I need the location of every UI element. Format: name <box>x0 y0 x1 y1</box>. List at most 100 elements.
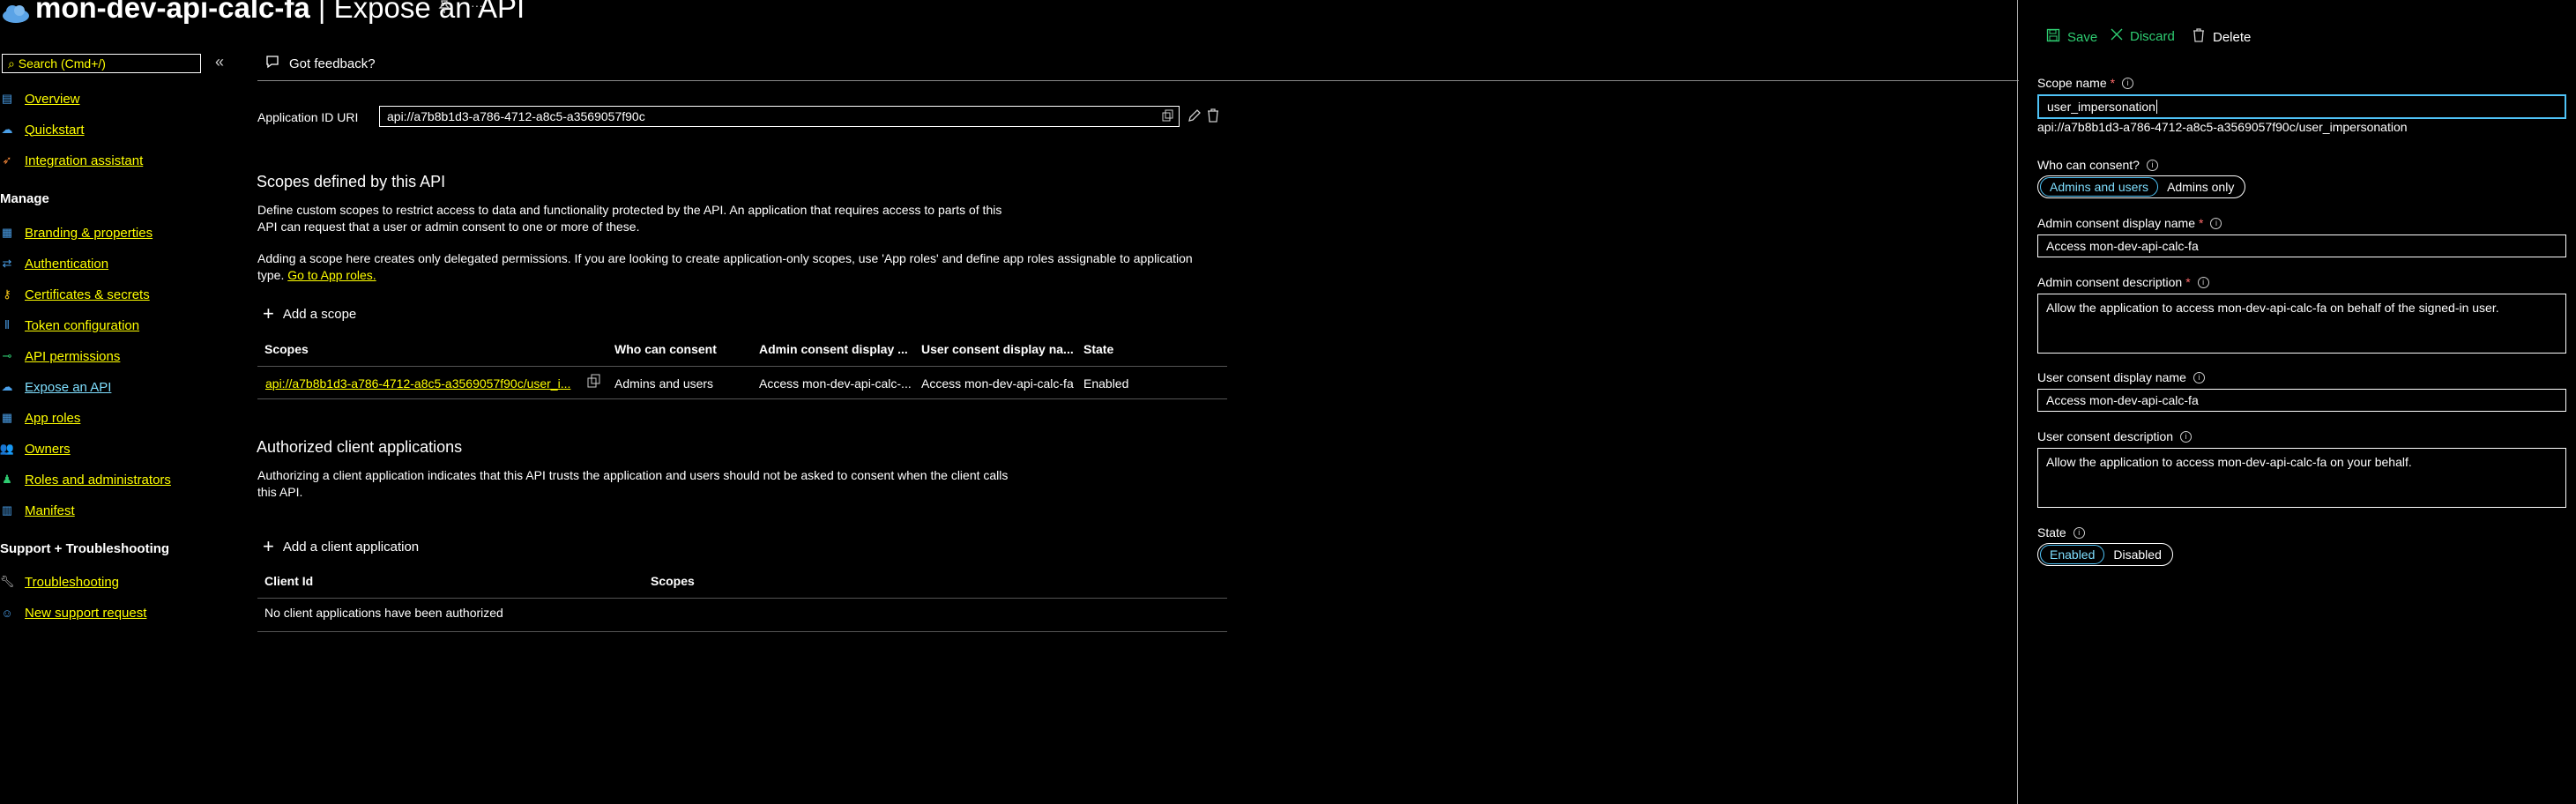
discard-button[interactable]: Discard <box>2111 28 2175 44</box>
search-icon: ⌕ <box>8 56 19 71</box>
sidebar-item-label[interactable]: Token configuration <box>25 318 139 333</box>
user-display-name-label: User consent display name i <box>2037 370 2205 384</box>
sidebar-item-label[interactable]: Manifest <box>25 503 75 518</box>
feedback-button[interactable]: Got feedback? <box>264 55 376 72</box>
sidebar-item-integration-assistant[interactable]: ➶ Integration assistant <box>0 149 144 172</box>
delete-button[interactable]: Delete <box>2193 28 2251 46</box>
scopes-header-scopes: Scopes <box>264 342 309 356</box>
go-to-app-roles-link[interactable]: Go to App roles. <box>287 268 376 282</box>
who-option-admins-and-users[interactable]: Admins and users <box>2040 177 2159 197</box>
sidebar-item-app-roles[interactable]: ▦ App roles <box>0 406 81 429</box>
required-mark: * <box>2185 275 2191 289</box>
table-divider <box>257 631 1227 632</box>
state-option-disabled[interactable]: Disabled <box>2104 546 2170 563</box>
sidebar-item-new-support-request[interactable]: ☺ New support request <box>0 601 146 624</box>
sidebar-item-label[interactable]: Quickstart <box>25 123 85 138</box>
sidebar-item-label[interactable]: Authentication <box>25 257 108 272</box>
clients-description: Authorizing a client application indicat… <box>257 467 1051 501</box>
sidebar-item-label[interactable]: Troubleshooting <box>25 575 119 590</box>
admin-description-textarea[interactable]: Allow the application to access mon-dev-… <box>2037 294 2566 354</box>
info-icon[interactable]: i <box>2122 77 2134 89</box>
sidebar-item-label[interactable]: Branding & properties <box>25 226 153 241</box>
sidebar-item-token-configuration[interactable]: ⫴ Token configuration <box>0 314 139 337</box>
info-icon[interactable]: i <box>2210 217 2222 229</box>
state-label-text: State <box>2037 525 2066 540</box>
scope-name-input[interactable]: user_impersonation <box>2037 94 2566 119</box>
sidebar-item-authentication[interactable]: ⇄ Authentication <box>0 252 109 275</box>
sidebar-item-quickstart[interactable]: ☁ Quickstart <box>0 118 85 141</box>
scopes-header-user-display: User consent display na... <box>921 342 1074 356</box>
clients-desc-line: Authorizing a client application indicat… <box>257 468 1009 482</box>
user-display-value: Access mon-dev-api-calc-fa <box>2046 393 2199 407</box>
sidebar-item-roles-admins[interactable]: ♟ Roles and administrators <box>0 468 171 491</box>
collapse-sidebar-icon[interactable]: « <box>215 53 224 71</box>
edit-icon[interactable] <box>1187 108 1202 127</box>
scope-link[interactable]: api://a7b8b1d3-a786-4712-a8c5-a3569057f9… <box>265 376 570 391</box>
app-id-uri-field[interactable]: api://a7b8b1d3-a786-4712-a8c5-a3569057f9… <box>379 106 1180 127</box>
quickstart-icon: ☁ <box>1 123 13 136</box>
delete-uri-icon[interactable] <box>1206 108 1220 127</box>
text-cursor <box>2155 100 2157 114</box>
save-label: Save <box>2067 29 2098 45</box>
overview-icon: ▤ <box>1 92 13 105</box>
copy-scope-icon[interactable] <box>587 374 601 391</box>
info-icon[interactable]: i <box>2146 159 2158 171</box>
required-mark: * <box>2199 216 2204 230</box>
copy-icon[interactable] <box>1162 109 1174 125</box>
sidebar-item-owners[interactable]: 👥 Owners <box>0 437 71 460</box>
sidebar-item-label[interactable]: App roles <box>25 411 80 426</box>
user-display-name-input[interactable]: Access mon-dev-api-calc-fa <box>2037 389 2566 412</box>
scopes-note-line: type. <box>257 268 285 282</box>
search-placeholder: Search (Cmd+/) <box>18 56 106 71</box>
admin-display-name-label: Admin consent display name * i <box>2037 216 2222 230</box>
info-icon[interactable]: i <box>2193 371 2205 383</box>
sidebar-item-label[interactable]: Expose an API <box>25 380 111 395</box>
sidebar-item-expose-an-api[interactable]: ☁ Expose an API <box>0 376 112 398</box>
scope-name-label-text: Scope name <box>2037 76 2107 90</box>
app-id-uri-value: api://a7b8b1d3-a786-4712-a8c5-a3569057f9… <box>387 109 645 123</box>
user-description-textarea[interactable]: Allow the application to access mon-dev-… <box>2037 448 2566 508</box>
scopes-section-title: Scopes defined by this API <box>257 173 446 190</box>
feedback-icon <box>264 55 280 72</box>
sidebar-item-label[interactable]: Roles and administrators <box>25 473 171 488</box>
scopes-header-who: Who can consent <box>614 342 717 356</box>
app-id-uri-label: Application ID URI <box>257 110 359 124</box>
sidebar-item-label[interactable]: Certificates & secrets <box>25 287 150 302</box>
who-option-admins-only[interactable]: Admins only <box>2158 178 2243 196</box>
sidebar-item-label[interactable]: Owners <box>25 442 71 457</box>
more-icon[interactable]: ··· <box>471 0 483 12</box>
who-can-consent-toggle[interactable]: Admins and users Admins only <box>2037 175 2246 198</box>
table-row[interactable]: api://a7b8b1d3-a786-4712-a8c5-a3569057f9… <box>257 368 1227 398</box>
state-label: State i <box>2037 525 2085 540</box>
sidebar-item-label[interactable]: Integration assistant <box>25 153 143 168</box>
scope-name-label: Scope name * i <box>2037 76 2134 90</box>
table-divider <box>257 598 1227 599</box>
state-option-enabled[interactable]: Enabled <box>2040 545 2105 564</box>
sidebar-item-branding[interactable]: ▦ Branding & properties <box>0 221 153 244</box>
add-scope-button[interactable]: + Add a scope <box>263 302 356 325</box>
pin-icon[interactable] <box>437 0 451 18</box>
save-button[interactable]: Save <box>2046 28 2097 46</box>
rocket-icon: ➶ <box>2 153 12 167</box>
search-input[interactable]: ⌕ Search (Cmd+/) <box>2 54 201 73</box>
discard-label: Discard <box>2130 28 2175 44</box>
sidebar-item-troubleshooting[interactable]: 🔧︎ Troubleshooting <box>0 570 119 593</box>
sidebar-item-api-permissions[interactable]: ⊸ API permissions <box>0 345 121 368</box>
scope-state: Enabled <box>1083 376 1129 391</box>
sidebar-item-label[interactable]: Overview <box>25 92 80 107</box>
info-icon[interactable]: i <box>2180 430 2193 443</box>
table-divider <box>257 366 1227 367</box>
admin-display-name-input[interactable]: Access mon-dev-api-calc-fa <box>2037 234 2566 257</box>
required-mark: * <box>2110 76 2116 90</box>
sidebar-item-label[interactable]: API permissions <box>25 349 120 364</box>
plus-icon: + <box>263 535 274 557</box>
state-toggle[interactable]: Enabled Disabled <box>2037 543 2173 566</box>
info-icon[interactable]: i <box>2197 276 2209 288</box>
clients-desc-line: this API. <box>257 485 303 499</box>
sidebar-item-manifest[interactable]: ▥ Manifest <box>0 499 75 522</box>
sidebar-item-certificates[interactable]: ⚷ Certificates & secrets <box>0 283 150 306</box>
sidebar-item-label[interactable]: New support request <box>25 606 146 621</box>
sidebar-item-overview[interactable]: ▤ Overview <box>0 87 80 110</box>
info-icon[interactable]: i <box>2073 526 2085 539</box>
add-client-application-button[interactable]: + Add a client application <box>263 535 419 558</box>
